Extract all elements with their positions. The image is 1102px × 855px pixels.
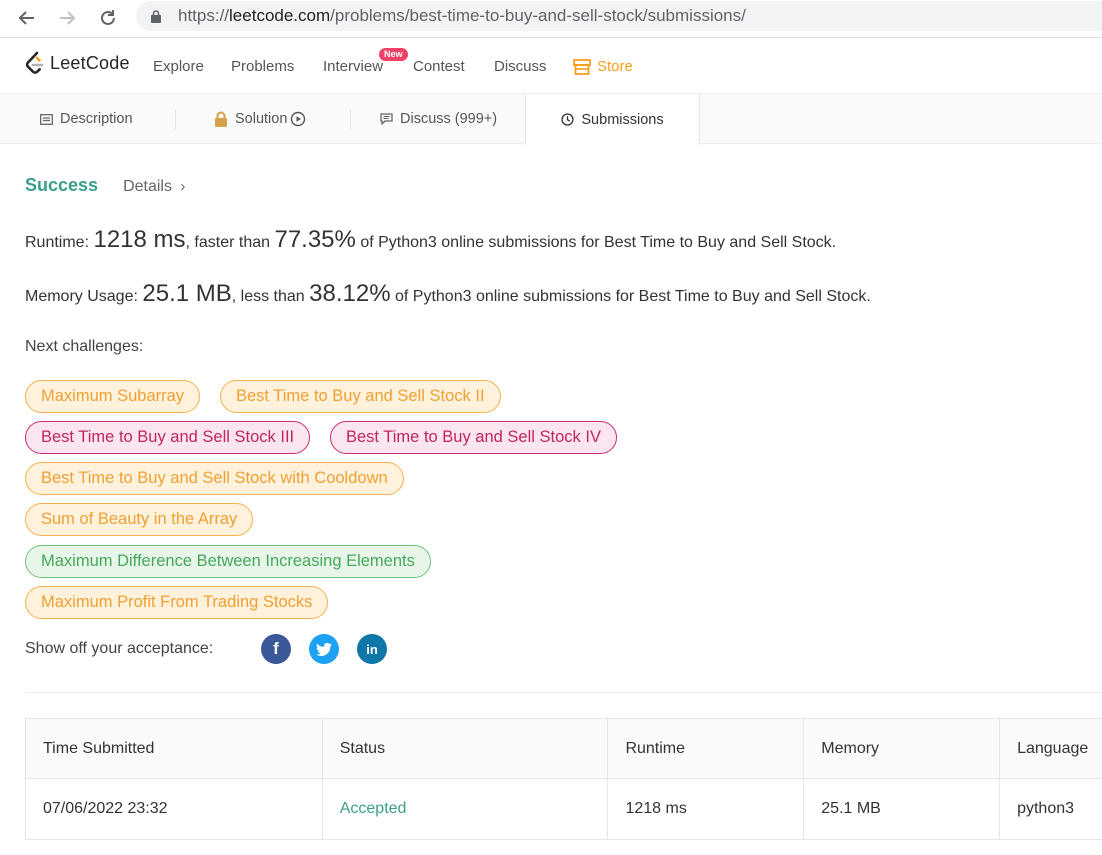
tab-discuss[interactable]: Discuss (999+) bbox=[380, 94, 497, 144]
tab-solution-label: Solution bbox=[235, 111, 288, 127]
tab-submissions[interactable]: Submissions bbox=[525, 94, 700, 145]
runtime-value: 1218 ms bbox=[93, 226, 186, 253]
tab-submissions-label: Submissions bbox=[581, 111, 664, 128]
column-header: Runtime bbox=[608, 719, 805, 778]
share-label: Show off your acceptance: bbox=[25, 640, 214, 657]
leetcode-logo[interactable]: LeetCode bbox=[24, 51, 130, 76]
tab-description-label: Description bbox=[60, 111, 133, 127]
back-arrow-icon[interactable] bbox=[12, 3, 42, 33]
problem-tabs: Description Solution Discuss (999+) Subm… bbox=[0, 94, 1102, 145]
table-header-row: Time Submitted Status Runtime Memory Lan… bbox=[26, 719, 1102, 779]
challenge-chip[interactable]: Maximum Difference Between Increasing El… bbox=[25, 545, 431, 578]
next-challenges-label: Next challenges: bbox=[25, 338, 144, 355]
submissions-table: Time Submitted Status Runtime Memory Lan… bbox=[25, 718, 1102, 840]
reload-icon[interactable] bbox=[93, 3, 123, 33]
challenge-chip[interactable]: Maximum Profit From Trading Stocks bbox=[25, 586, 329, 619]
column-header: Status bbox=[323, 719, 609, 778]
tab-discuss-label: Discuss (999+) bbox=[400, 111, 498, 127]
twitter-share-button[interactable] bbox=[309, 634, 339, 664]
table-row: 07/06/2022 23:32 Accepted 1218 ms 25.1 M… bbox=[26, 779, 1102, 839]
store-icon bbox=[573, 58, 591, 75]
tab-solution[interactable]: Solution bbox=[214, 94, 306, 144]
challenge-chip[interactable]: Best Time to Buy and Sell Stock II bbox=[220, 380, 501, 413]
chevron-right-icon: › bbox=[180, 178, 186, 195]
facebook-icon: f bbox=[273, 639, 279, 658]
video-play-icon bbox=[291, 111, 306, 127]
linkedin-share-button[interactable]: in bbox=[357, 634, 387, 664]
facebook-share-button[interactable]: f bbox=[261, 634, 291, 664]
status-link[interactable]: Accepted bbox=[323, 779, 609, 839]
url-text: https://leetcode.com/problems/best-time-… bbox=[178, 6, 746, 25]
lock-icon bbox=[151, 10, 161, 23]
leetcode-logo-icon bbox=[25, 51, 44, 74]
challenge-chip[interactable]: Sum of Beauty in the Array bbox=[25, 503, 254, 536]
time-submitted-cell: 07/06/2022 23:32 bbox=[26, 779, 323, 839]
nav-explore[interactable]: Explore bbox=[153, 58, 204, 75]
site-header: LeetCode Explore Problems Interview New … bbox=[0, 39, 1102, 94]
forward-arrow-icon[interactable] bbox=[52, 3, 82, 33]
runtime-line: Runtime: 1218 ms, faster than 77.35% of … bbox=[25, 226, 837, 253]
details-link[interactable]: Details › bbox=[123, 178, 185, 196]
nav-interview[interactable]: Interview bbox=[323, 58, 383, 75]
column-header: Language bbox=[1017, 739, 1089, 757]
lock-icon bbox=[215, 111, 227, 127]
column-header: Time Submitted bbox=[26, 719, 323, 778]
language-cell: python3 bbox=[1017, 800, 1075, 817]
memory-cell: 25.1 MB bbox=[804, 779, 1001, 839]
memory-line: Memory Usage: 25.1 MB, less than 38.12% … bbox=[25, 280, 871, 307]
success-status: Success bbox=[25, 175, 99, 195]
clock-icon bbox=[561, 113, 575, 126]
nav-contest[interactable]: Contest bbox=[413, 58, 465, 75]
new-badge: New bbox=[379, 48, 408, 61]
result-status-row: Success Details › bbox=[25, 175, 185, 196]
comment-icon bbox=[380, 113, 393, 125]
nav-problems[interactable]: Problems bbox=[231, 58, 294, 75]
runtime-percentile: 77.35% bbox=[274, 226, 356, 253]
runtime-cell: 1218 ms bbox=[608, 779, 805, 839]
details-label: Details bbox=[123, 178, 172, 195]
challenge-chip[interactable]: Maximum Subarray bbox=[25, 380, 201, 413]
challenge-chip[interactable]: Best Time to Buy and Sell Stock III bbox=[25, 421, 311, 454]
address-bar[interactable]: https://leetcode.com/problems/best-time-… bbox=[136, 1, 1102, 31]
description-icon bbox=[40, 113, 53, 125]
linkedin-icon: in bbox=[366, 641, 378, 657]
section-divider bbox=[25, 692, 1102, 693]
store-label: Store bbox=[597, 58, 633, 75]
memory-value: 25.1 MB bbox=[142, 280, 232, 307]
tab-description[interactable]: Description bbox=[40, 94, 133, 144]
memory-percentile: 38.12% bbox=[309, 280, 391, 307]
column-header: Memory bbox=[804, 719, 1001, 778]
browser-toolbar: https://leetcode.com/problems/best-time-… bbox=[0, 0, 1102, 38]
twitter-icon bbox=[316, 642, 332, 656]
challenge-chip[interactable]: Best Time to Buy and Sell Stock IV bbox=[330, 421, 617, 454]
nav-store[interactable]: Store bbox=[573, 58, 633, 75]
challenge-chip[interactable]: Best Time to Buy and Sell Stock with Coo… bbox=[25, 462, 404, 495]
nav-discuss[interactable]: Discuss bbox=[494, 58, 547, 75]
